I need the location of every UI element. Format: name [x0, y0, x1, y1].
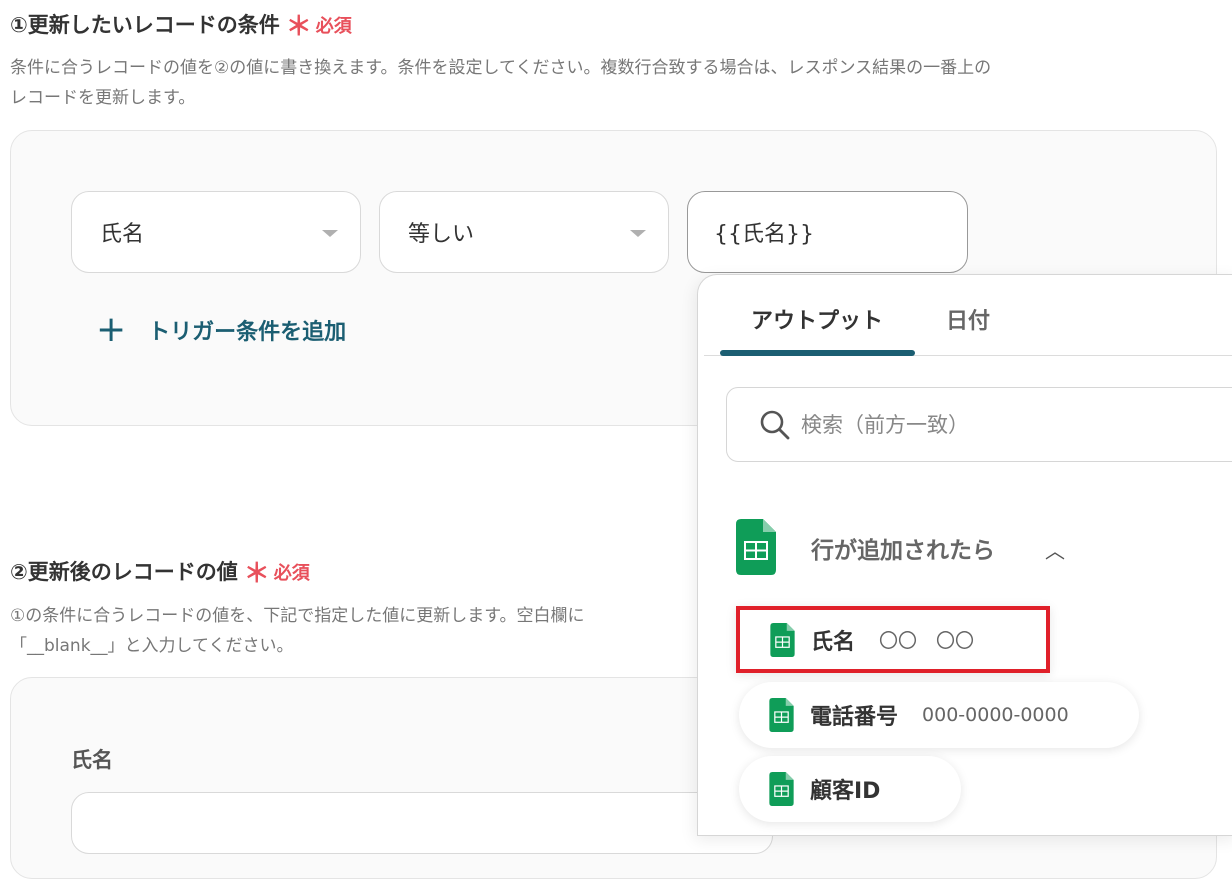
- tab-output[interactable]: アウトプット: [751, 303, 883, 335]
- section2-description-line2: 「__blank__」と入力してください。: [10, 636, 294, 656]
- dropdown-caret-icon: [630, 230, 646, 237]
- output-item-phone[interactable]: 電話番号 000-0000-0000: [739, 682, 1139, 748]
- section1-description-line1: 条件に合うレコードの値を②の値に書き換えます。条件を設定してください。複数行合致…: [10, 58, 992, 78]
- tab-active-underline: [720, 350, 915, 356]
- add-trigger-condition-button[interactable]: + トリガー条件を追加: [96, 312, 346, 348]
- section2-title: ②更新後のレコードの値＊必須: [10, 553, 310, 590]
- google-sheets-icon: [736, 519, 776, 579]
- add-trigger-condition-label: トリガー条件を追加: [148, 320, 347, 345]
- condition-operator-value: 等しい: [408, 222, 475, 247]
- section1-description-line2: レコードを更新します。: [10, 88, 196, 108]
- plus-icon: +: [96, 309, 127, 350]
- section2-description-line1: ①の条件に合うレコードの値を、下記で指定した値に更新します。空白欄に: [10, 606, 585, 626]
- output-item-label: 顧客ID: [810, 779, 881, 804]
- required-label: 必須: [273, 563, 310, 584]
- output-group-title: 行が追加されたら: [811, 538, 995, 564]
- record-field-label: 氏名: [71, 748, 113, 772]
- section1-description: 条件に合うレコードの値を②の値に書き換えます。条件を設定してください。複数行合致…: [10, 53, 1225, 113]
- record-field-input[interactable]: [71, 792, 773, 854]
- section1-title-text: ①更新したいレコードの条件: [10, 13, 280, 37]
- google-sheets-icon: [769, 698, 794, 732]
- google-sheets-icon: [769, 772, 794, 806]
- output-item-sample: 〇〇 〇〇: [879, 630, 975, 652]
- output-picker-panel: アウトプット 日付 行が追加されたら ︿: [697, 274, 1232, 836]
- condition-operator-select[interactable]: 等しい: [379, 191, 669, 273]
- condition-value-input[interactable]: {{氏名}}: [687, 191, 968, 273]
- tab-date[interactable]: 日付: [946, 303, 990, 335]
- section2-title-text: ②更新後のレコードの値: [10, 560, 238, 584]
- dropdown-caret-icon: [322, 230, 338, 237]
- output-item-label: 氏名: [811, 629, 856, 655]
- search-input[interactable]: [799, 411, 1223, 438]
- required-star: ＊: [285, 12, 312, 42]
- condition-field-value: 氏名: [100, 222, 145, 247]
- google-sheets-icon: [770, 622, 795, 657]
- chevron-up-icon[interactable]: ︿: [1045, 535, 1065, 564]
- search-box[interactable]: [726, 387, 1232, 462]
- required-label: 必須: [315, 16, 352, 37]
- output-item-label: 電話番号: [810, 705, 899, 730]
- section1-title: ①更新したいレコードの条件＊必須: [10, 6, 352, 43]
- output-item-name[interactable]: 氏名 〇〇 〇〇: [736, 606, 1050, 673]
- condition-field-select[interactable]: 氏名: [71, 191, 361, 273]
- search-icon: [759, 409, 791, 441]
- section2-description: ①の条件に合うレコードの値を、下記で指定した値に更新します。空白欄に 「__bl…: [10, 601, 710, 661]
- output-item-customer-id[interactable]: 顧客ID: [739, 756, 961, 822]
- condition-value-text: {{氏名}}: [714, 222, 814, 247]
- output-item-sample: 000-0000-0000: [922, 704, 1069, 726]
- required-star: ＊: [243, 559, 270, 589]
